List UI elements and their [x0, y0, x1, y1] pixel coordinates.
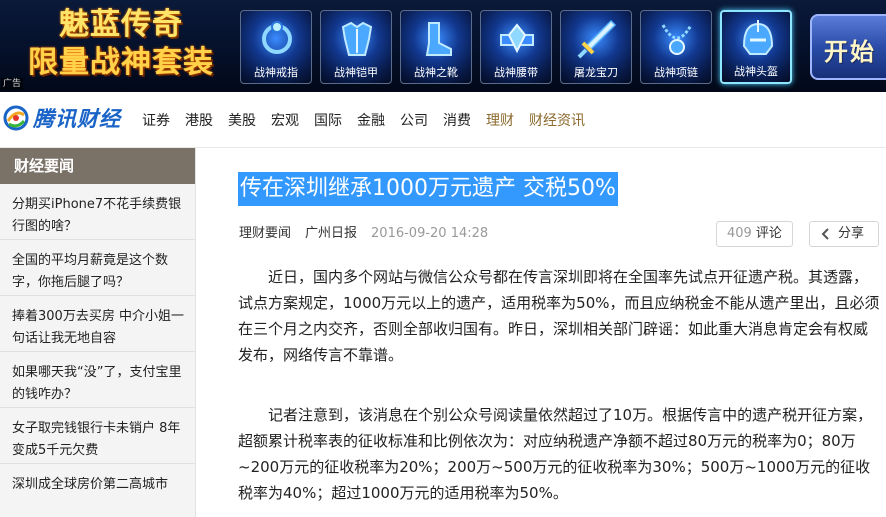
ad-item-necklace[interactable]: 战神项链 [640, 10, 712, 84]
ad-item-sword[interactable]: 屠龙宝刀 [560, 10, 632, 84]
ad-title-line1: 魅蓝传奇 [59, 7, 183, 42]
ad-item-label: 战神项链 [654, 66, 698, 79]
comment-label: 评论 [755, 226, 782, 241]
comment-button[interactable]: 409 评论 [716, 221, 793, 247]
ad-item-list: 战神戒指 战神铠甲 战神之靴 战神腰带 屠龙宝刀 战神项链 战神头盔 [240, 10, 792, 84]
article-paragraph: 近日，国内多个网站与微信公众号都在传言深圳即将在全国率先试点开征遗产税。其透露，… [238, 268, 880, 364]
sidebar-news-item[interactable]: 深圳成全球房价第二高城市 [0, 464, 195, 517]
menu-item-us-stocks[interactable]: 美股 [228, 112, 256, 130]
menu-item-macro[interactable]: 宏观 [271, 112, 299, 130]
ad-item-label: 屠龙宝刀 [574, 66, 618, 79]
ad-item-label: 战神头盔 [734, 65, 778, 78]
ad-item-label: 战神腰带 [494, 66, 538, 79]
sidebar-news-item[interactable]: 全国的平均月薪竟是这个数字，你拖后腿了吗？ [0, 240, 195, 296]
ad-item-label: 战神戒指 [254, 66, 298, 79]
sidebar-heading: 财经要闻 [0, 148, 195, 184]
site-logo[interactable]: 腾讯财经 [3, 103, 121, 133]
menu-item-consumer[interactable]: 消费 [443, 112, 471, 130]
share-button[interactable]: 分享 [809, 221, 879, 247]
sword-icon [577, 19, 617, 59]
top-nav: 腾讯财经 证券 港股 美股 宏观 国际 金融 公司 消费 理财 财经资讯 [0, 92, 886, 148]
ad-title[interactable]: 魅蓝传奇 限量战神套装 [8, 6, 234, 82]
sidebar-news-list: 分期买iPhone7不花手续费银行图的啥？ 全国的平均月薪竟是这个数字，你拖后腿… [0, 184, 195, 517]
tencent-logo-icon [3, 105, 29, 131]
article-category[interactable]: 理财要闻 [239, 225, 291, 243]
ad-tag: 广告 [1, 78, 24, 90]
article-paragraph: 记者注意到，该消息在个别公众号阅读量依然超过了10万。根据传言中的遗产税开征方案… [238, 406, 873, 502]
menu-item-finance-news[interactable]: 财经资讯 [529, 112, 585, 130]
ring-icon [262, 21, 292, 54]
menu-item-finance[interactable]: 金融 [357, 112, 385, 130]
article-source[interactable]: 广州日报 [305, 225, 357, 243]
necklace-icon [661, 24, 693, 55]
menu-item-hk-stocks[interactable]: 港股 [185, 112, 213, 130]
ad-title-line2: 限量战神套装 [28, 45, 214, 80]
helmet-icon [742, 20, 774, 55]
ad-item-boots[interactable]: 战神之靴 [400, 10, 472, 84]
ad-item-ring[interactable]: 战神戒指 [240, 10, 312, 84]
menu-item-securities[interactable]: 证券 [142, 112, 170, 130]
menu-item-international[interactable]: 国际 [314, 112, 342, 130]
ad-item-label: 战神之靴 [414, 66, 458, 79]
article-title: 传在深圳继承1000万元遗产 交税50% [238, 172, 618, 206]
article-meta: 理财要闻 广州日报 2016-09-20 14:28 [239, 225, 488, 243]
share-label: 分享 [838, 226, 865, 241]
sidebar-news-item[interactable]: 女子取完钱银行卡未销户 8年变成5千元欠费 [0, 408, 195, 464]
logo-text: 腾讯财经 [33, 107, 121, 131]
sidebar-news-item[interactable]: 捧着300万去买房 中介小姐一句话让我无地自容 [0, 296, 195, 352]
sidebar-news-item[interactable]: 分期买iPhone7不花手续费银行图的啥？ [0, 184, 195, 240]
ad-item-label: 战神铠甲 [334, 66, 378, 79]
menu-item-wealth[interactable]: 理财 [486, 112, 514, 130]
comment-count: 409 [727, 226, 752, 241]
article-time: 2016-09-20 14:28 [371, 226, 489, 241]
share-icon [821, 228, 829, 240]
boots-icon [425, 22, 452, 56]
belt-icon [500, 23, 534, 54]
armor-icon [341, 21, 373, 56]
menu-item-companies[interactable]: 公司 [400, 112, 428, 130]
sidebar: 财经要闻 分期买iPhone7不花手续费银行图的啥？ 全国的平均月薪竟是这个数字… [0, 148, 196, 517]
ad-item-helmet[interactable]: 战神头盔 [720, 10, 792, 84]
ad-start-button[interactable]: 开始 [810, 14, 886, 80]
ad-banner[interactable]: 魅蓝传奇 限量战神套装 广告 战神戒指 战神铠甲 战神之靴 战神腰带 屠龙宝刀 … [0, 0, 886, 92]
ad-item-armor[interactable]: 战神铠甲 [320, 10, 392, 84]
sidebar-news-item[interactable]: 如果哪天我“没”了，支付宝里的钱咋办？ [0, 352, 195, 408]
article: 传在深圳继承1000万元遗产 交税50% 理财要闻 广州日报 2016-09-2… [196, 148, 886, 517]
main-menu: 证券 港股 美股 宏观 国际 金融 公司 消费 理财 财经资讯 [142, 112, 585, 130]
ad-item-belt[interactable]: 战神腰带 [480, 10, 552, 84]
